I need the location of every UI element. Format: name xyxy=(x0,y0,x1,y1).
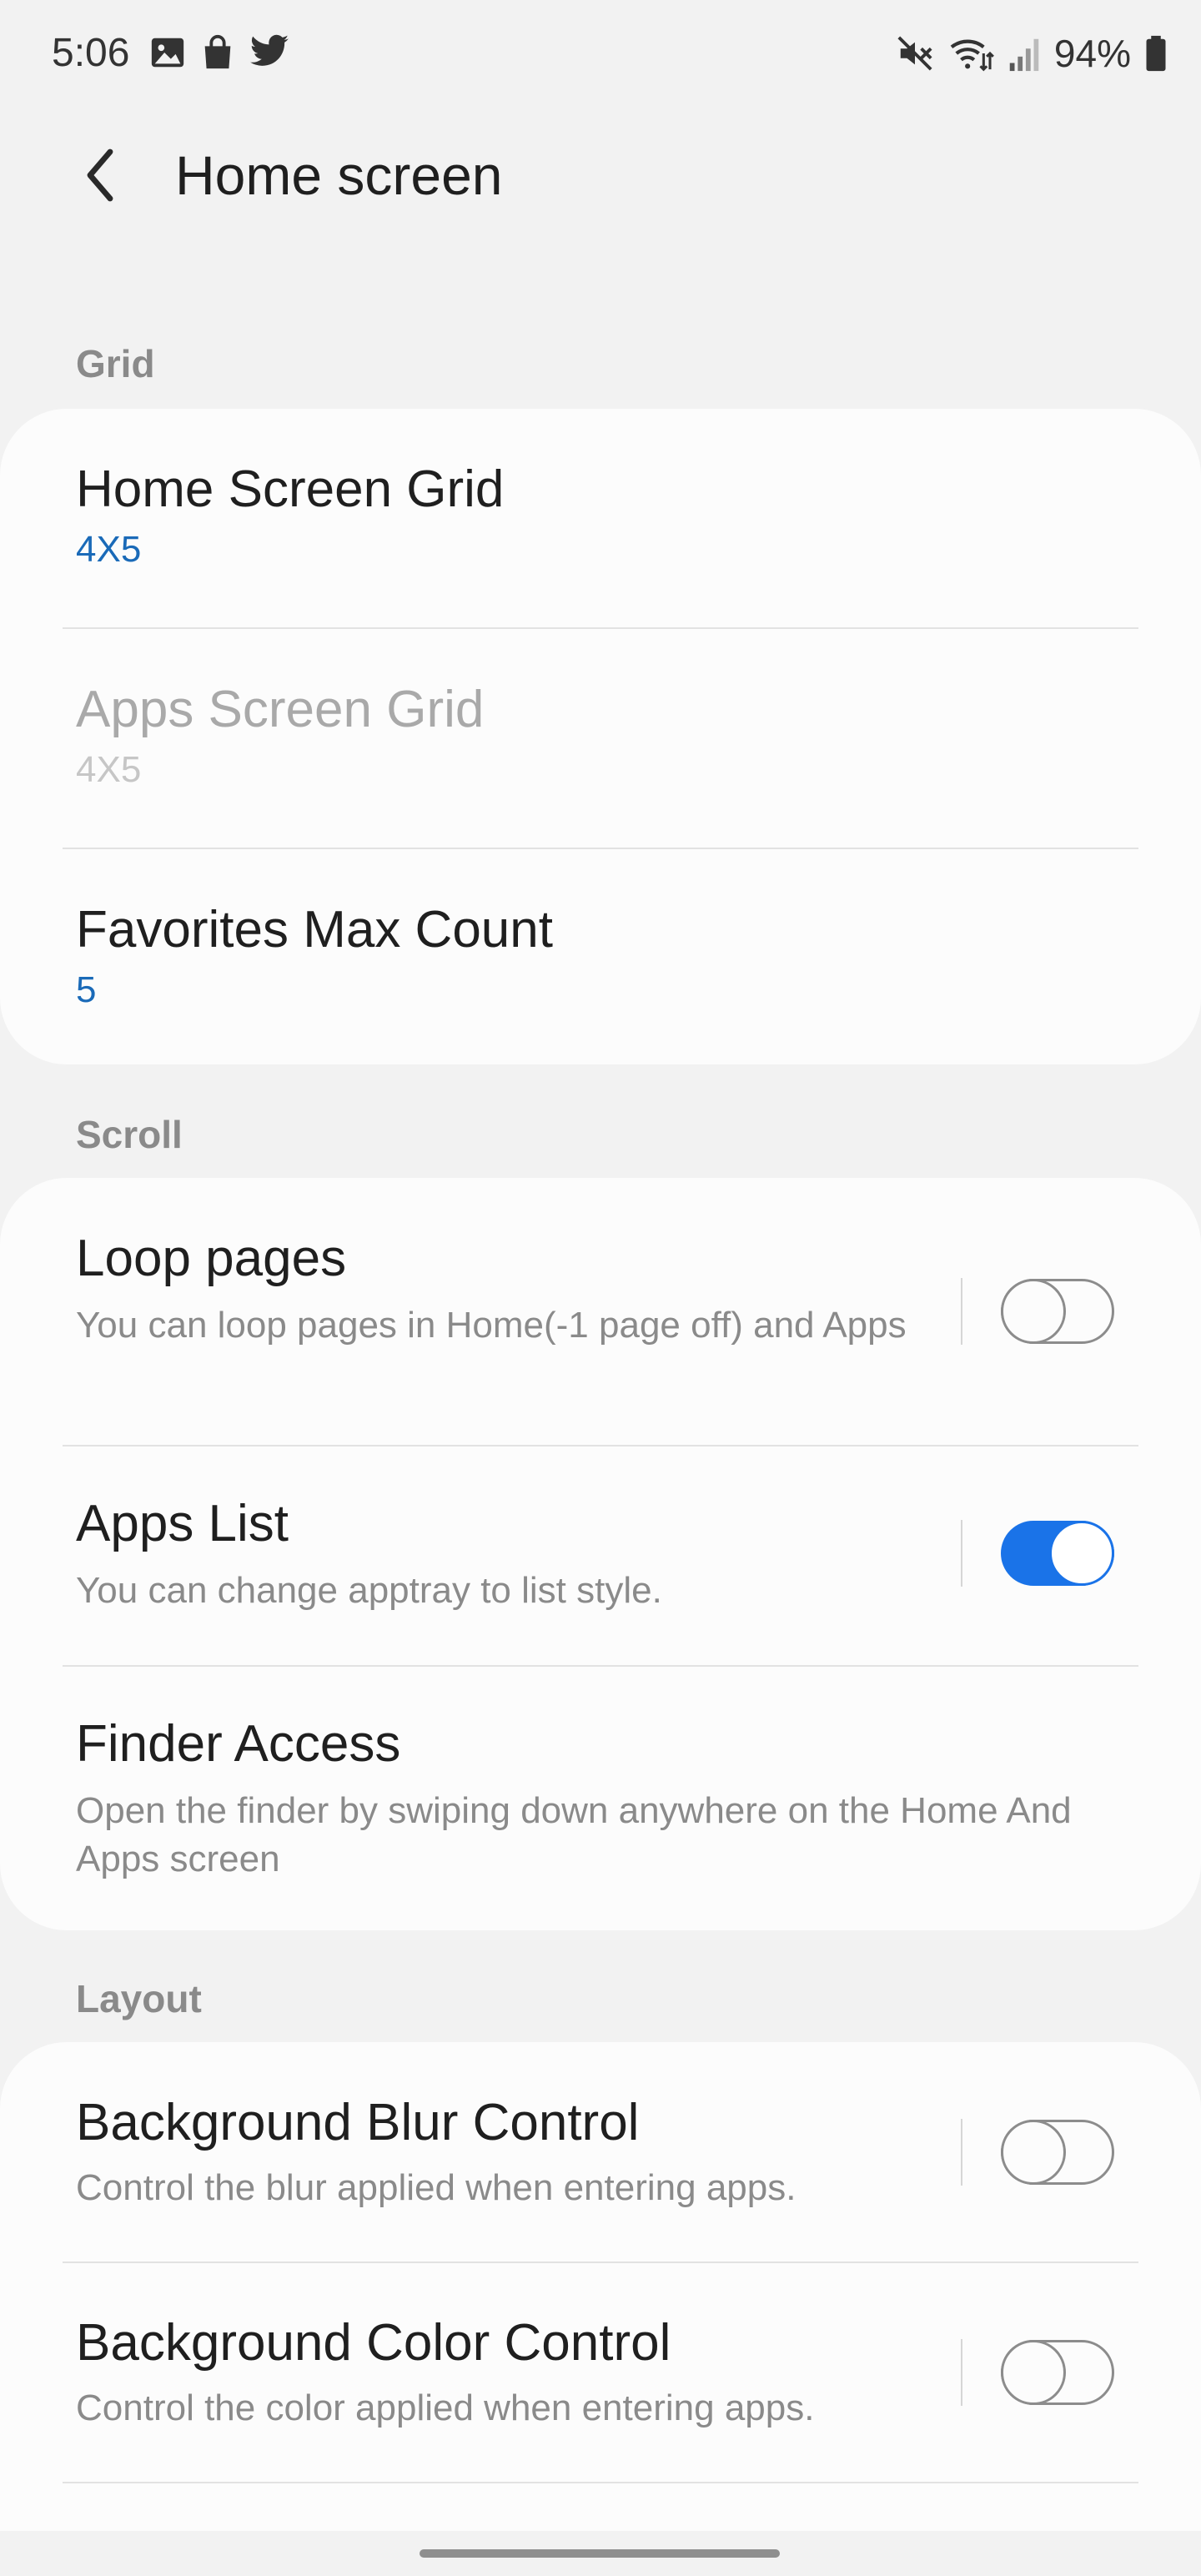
back-button[interactable] xyxy=(67,142,133,209)
separator xyxy=(961,1520,962,1587)
layout-card: Background Blur Control Control the blur… xyxy=(0,2042,1201,2576)
setting-loop-pages[interactable]: Loop pages You can loop pages in Home(-1… xyxy=(0,1178,1201,1446)
setting-title: Loop pages xyxy=(76,1230,347,1287)
chevron-left-icon xyxy=(83,148,117,202)
setting-title: Favorites Max Count xyxy=(76,901,553,958)
toggle-knob xyxy=(1001,2340,1066,2405)
wifi-icon xyxy=(947,34,994,73)
setting-background-blur-control[interactable]: Background Blur Control Control the blur… xyxy=(0,2042,1201,2262)
setting-value: 4X5 xyxy=(76,529,142,570)
toggle-knob xyxy=(1049,1521,1114,1586)
app-bar: Home screen xyxy=(0,125,1201,225)
grid-card: Home Screen Grid 4X5 Apps Screen Grid 4X… xyxy=(0,409,1201,1064)
battery-icon xyxy=(1144,34,1168,73)
setting-subtitle: Control the blur applied when entering a… xyxy=(76,2167,796,2208)
home-indicator[interactable] xyxy=(420,2549,780,2558)
page-title: Home screen xyxy=(175,144,503,206)
battery-percentage: 94% xyxy=(1053,32,1131,75)
section-header-scroll: Scroll xyxy=(76,1113,183,1156)
toggle-knob xyxy=(1001,2120,1066,2185)
setting-subtitle: Open the finder by swiping down anywhere… xyxy=(76,1790,1072,1879)
setting-home-screen-grid[interactable]: Home Screen Grid 4X5 xyxy=(0,409,1201,629)
setting-finder-access[interactable]: Finder Access Open the finder by swiping… xyxy=(0,1667,1201,1930)
setting-subtitle: You can change apptray to list style. xyxy=(76,1570,662,1611)
gallery-icon xyxy=(148,33,187,72)
setting-title: Apps List xyxy=(76,1495,289,1552)
apps-list-toggle[interactable] xyxy=(1001,1521,1114,1586)
setting-apps-list[interactable]: Apps List You can change apptray to list… xyxy=(0,1446,1201,1667)
scroll-card: Loop pages You can loop pages in Home(-1… xyxy=(0,1178,1201,1930)
status-time: 5:06 xyxy=(52,31,130,75)
setting-title: Apps Screen Grid xyxy=(76,681,485,738)
setting-value: 5 xyxy=(76,969,97,1010)
section-header-layout: Layout xyxy=(76,1977,202,2020)
setting-favorites-max-count[interactable]: Favorites Max Count 5 xyxy=(0,849,1201,1064)
background-blur-toggle[interactable] xyxy=(1001,2120,1114,2185)
setting-title: Background Blur Control xyxy=(76,2094,640,2151)
setting-title: Background Color Control xyxy=(76,2314,671,2372)
separator xyxy=(961,2119,962,2186)
setting-title: Finder Access xyxy=(76,1715,401,1773)
setting-title: Home Screen Grid xyxy=(76,460,505,518)
setting-subtitle: You can loop pages in Home(-1 page off) … xyxy=(76,1305,907,1346)
section-header-grid: Grid xyxy=(76,342,155,385)
setting-value: 4X5 xyxy=(76,749,142,790)
notification-icons xyxy=(148,33,290,72)
system-status-icons: 94% xyxy=(896,30,1168,77)
shopping-bag-icon xyxy=(198,33,237,72)
setting-background-color-control[interactable]: Background Color Control Control the col… xyxy=(0,2262,1201,2483)
divider xyxy=(63,2482,1138,2483)
toggle-knob xyxy=(1001,1279,1066,1344)
separator xyxy=(961,2339,962,2406)
twitter-icon xyxy=(249,33,290,72)
setting-subtitle: Control the color applied when entering … xyxy=(76,2387,815,2428)
signal-icon xyxy=(1008,34,1041,73)
mute-icon xyxy=(896,34,934,73)
setting-apps-screen-grid: Apps Screen Grid 4X5 xyxy=(0,629,1201,849)
home-screen-settings: 5:06 94% Home screen Grid Home Screen Gr… xyxy=(0,0,1201,2576)
loop-pages-toggle[interactable] xyxy=(1001,1279,1114,1344)
background-color-toggle[interactable] xyxy=(1001,2340,1114,2405)
status-bar: 5:06 94% xyxy=(0,0,1201,108)
separator xyxy=(961,1278,962,1345)
